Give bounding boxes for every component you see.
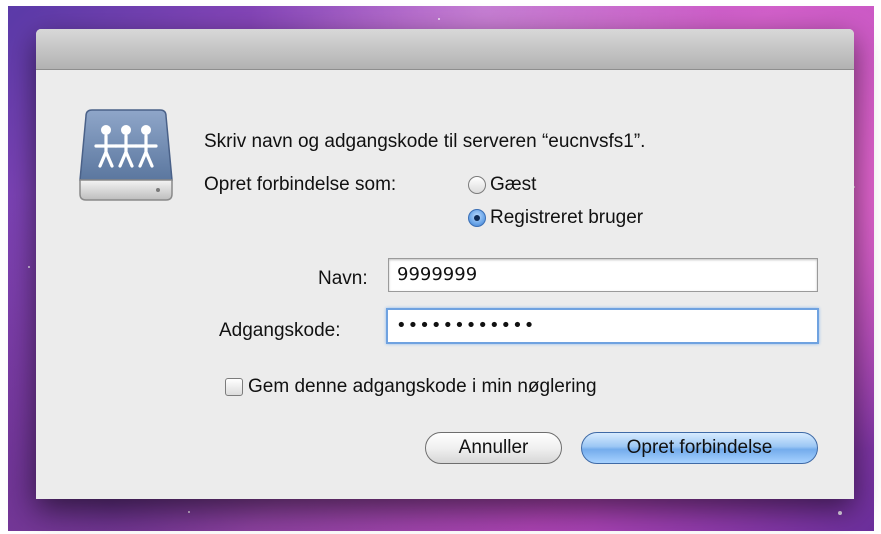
background-star: [28, 266, 30, 268]
name-field[interactable]: 9999999: [388, 258, 818, 292]
background-star: [838, 511, 842, 515]
shared-server-icon: [79, 109, 173, 201]
password-field[interactable]: ••••••••••••: [386, 308, 819, 344]
background-star: [188, 511, 190, 513]
background-star: [438, 18, 440, 20]
radio-selected-dot: [474, 215, 480, 221]
prompt-text: Skriv navn og adgangskode til serveren “…: [204, 131, 646, 152]
guest-radio-label[interactable]: Gæst: [490, 173, 536, 197]
name-label: Navn:: [318, 268, 368, 289]
cancel-button[interactable]: Annuller: [425, 432, 562, 464]
connect-to-server-dialog: Skriv navn og adgangskode til serveren “…: [36, 29, 854, 499]
connect-button[interactable]: Opret forbindelse: [581, 432, 818, 464]
dialog-title-bar[interactable]: [36, 29, 854, 70]
connect-as-label: Opret forbindelse som:: [204, 174, 397, 195]
guest-radio[interactable]: [468, 176, 486, 194]
password-label: Adgangskode:: [219, 320, 341, 341]
save-in-keychain-label[interactable]: Gem denne adgangskode i min nøglering: [248, 375, 597, 399]
registered-user-radio-label[interactable]: Registreret bruger: [490, 206, 643, 230]
registered-user-radio[interactable]: [468, 209, 486, 227]
save-in-keychain-checkbox[interactable]: [225, 378, 243, 396]
